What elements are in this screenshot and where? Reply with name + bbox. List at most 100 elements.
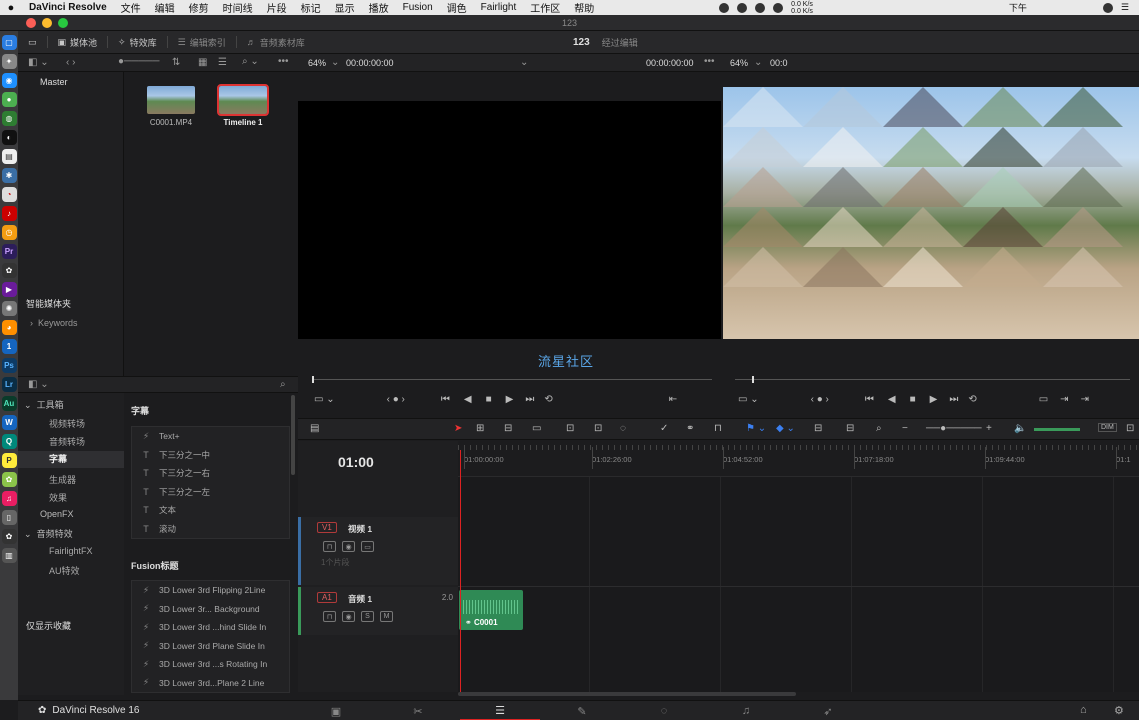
music-icon[interactable]: ♫ xyxy=(1,491,17,506)
clip-thumbnail[interactable]: C0001.MP4 xyxy=(146,86,196,127)
files-icon[interactable]: ▯ xyxy=(1,510,17,525)
timeline-ruler[interactable]: 01:00:00:00 01:02:26:00 01:04:52:00 01:0… xyxy=(458,441,1139,477)
photoshop-icon[interactable]: Ps xyxy=(1,358,17,373)
menu-workspace[interactable]: 工作区 xyxy=(523,0,567,15)
menu-app[interactable]: DaVinci Resolve xyxy=(22,2,114,13)
go-to-start-icon[interactable]: ⏮ xyxy=(441,394,450,405)
marker-icon[interactable]: ◆ ⌄ xyxy=(776,423,795,434)
volume-slider[interactable] xyxy=(1034,428,1080,431)
bin-master[interactable]: Master xyxy=(18,72,123,87)
auto-select-icon[interactable]: ◉ xyxy=(342,611,355,622)
clock-app-icon[interactable]: ◷ xyxy=(1,225,17,240)
page-cut-icon[interactable]: ✂ xyxy=(378,701,458,720)
fx-item[interactable]: ⚡ Text+ xyxy=(132,427,289,446)
blade-tool-icon[interactable]: ⊟ xyxy=(504,423,512,434)
clock[interactable]: 下午 xyxy=(1009,1,1027,14)
checkmark-icon[interactable]: ✓ xyxy=(660,423,668,434)
jog-icon[interactable]: ‹ ● › xyxy=(811,394,829,405)
video-track-header[interactable]: V1 视频 1 ⊓ ◉ ▭ 1个片段 xyxy=(298,517,458,585)
chrome-icon[interactable]: ● xyxy=(1,92,17,107)
tree-audio-fx[interactable]: ⌄ 音频特效 xyxy=(24,527,73,540)
fx-item[interactable]: T 下三分之一左 xyxy=(132,483,289,502)
lock-icon[interactable]: ⊓ xyxy=(323,611,336,622)
go-to-end-icon[interactable]: ⏭ xyxy=(949,394,958,405)
lock-icon[interactable]: ⊓ xyxy=(714,423,722,434)
menu-view[interactable]: 显示 xyxy=(328,0,362,15)
sort-icon[interactable]: ⇅ xyxy=(172,57,180,68)
search-icon[interactable]: ⌕ ⌄ xyxy=(242,56,259,67)
qq-browser-icon[interactable]: Q xyxy=(1,434,17,449)
play-icon[interactable]: ▶ xyxy=(930,394,938,405)
tree-openfx[interactable]: OpenFX xyxy=(40,509,74,519)
menu-clip[interactable]: 片段 xyxy=(260,0,294,15)
chevron-down-icon[interactable]: ⌄ xyxy=(754,57,762,68)
fx-item[interactable]: ⚡ 3D Lower 3rd Flipping 2Line xyxy=(132,581,289,600)
premiere-icon[interactable]: Pr xyxy=(1,244,17,259)
go-to-start-icon[interactable]: ⏮ xyxy=(865,394,874,405)
qq-app-icon[interactable]: ◐ xyxy=(1,130,17,145)
play-icon[interactable]: ▶ xyxy=(506,394,514,405)
photos-icon[interactable]: ✺ xyxy=(1,301,17,316)
app-store-icon[interactable]: ✱ xyxy=(1,168,17,183)
viewer-mode-icon[interactable]: ▭ ⌄ xyxy=(738,394,759,405)
home-icon[interactable]: ⌂ xyxy=(1080,704,1087,716)
chevron-down-icon[interactable]: ⌄ xyxy=(520,57,528,68)
fx-item[interactable]: T 下三分之一中 xyxy=(132,446,289,465)
thumb-size-slider[interactable]: ●───── xyxy=(118,56,159,67)
selection-tool-icon[interactable]: ➤ xyxy=(454,423,462,434)
weibo-icon[interactable]: ◔ xyxy=(1,187,17,202)
menu-list-icon[interactable]: ☰ xyxy=(1121,2,1129,13)
bin-keywords[interactable]: › Keywords xyxy=(30,318,78,328)
fx-item[interactable]: ⚡ 3D Lower 3r... Background xyxy=(132,600,289,619)
replace-clip-icon[interactable]: ⊡ xyxy=(594,423,602,434)
notes-icon[interactable]: ▤ xyxy=(1,149,17,164)
siri-icon[interactable] xyxy=(1102,2,1113,13)
expand-icon[interactable]: ⊡ xyxy=(1126,423,1134,434)
zoom-full-icon[interactable]: ⊟ xyxy=(814,423,822,434)
pcpx-icon[interactable]: P xyxy=(1,453,17,468)
cloud-icon[interactable] xyxy=(755,2,766,13)
app-green-icon[interactable]: ✿ xyxy=(1,472,17,487)
menu-file[interactable]: 文件 xyxy=(114,0,148,15)
chat-icon[interactable]: ◕ xyxy=(1,320,17,335)
fx-item[interactable]: ⚡ 3D Lower 3rd Plane Slide In xyxy=(132,637,289,656)
program-scrubber[interactable] xyxy=(735,376,1130,383)
menu-mark[interactable]: 标记 xyxy=(294,0,328,15)
program-zoom[interactable]: 64% xyxy=(730,58,748,68)
zoom-custom-icon[interactable]: ⌕ xyxy=(876,423,882,434)
solo-button[interactable]: S xyxy=(361,611,374,622)
volume-icon[interactable]: 🔈 xyxy=(1014,423,1026,434)
resolve-dock-icon[interactable]: ✿ xyxy=(1,263,17,278)
minimize-window-button[interactable] xyxy=(42,17,52,28)
menu-help[interactable]: 帮助 xyxy=(567,0,601,15)
match-frame-icon[interactable]: ⇤ xyxy=(669,394,677,405)
bell-icon[interactable] xyxy=(737,2,748,13)
loop-icon[interactable]: ⟲ xyxy=(544,394,552,405)
search-icon[interactable]: ⌕ xyxy=(280,379,286,390)
source-scrubber[interactable] xyxy=(312,376,712,383)
scrub-playhead[interactable] xyxy=(312,376,314,383)
program-viewer[interactable] xyxy=(723,87,1139,339)
more-options-icon[interactable]: ••• xyxy=(278,56,289,67)
fx-item[interactable]: T 文本 xyxy=(132,501,289,520)
disable-track-icon[interactable]: ▭ xyxy=(361,541,374,552)
trash-icon[interactable]: ▥ xyxy=(1,548,17,563)
fx-item[interactable]: ⚡ 3D Lower 3rd...Plane 2 Line xyxy=(132,674,289,693)
monitor-icon[interactable]: ▭ xyxy=(18,31,47,53)
panel-layout-icon[interactable]: ◧ ⌄ xyxy=(28,57,49,68)
track-tag-v1[interactable]: V1 xyxy=(317,522,337,533)
menu-fairlight[interactable]: Fairlight xyxy=(474,2,524,13)
page-media-icon[interactable]: ▣ xyxy=(296,701,376,720)
zoom-window-button[interactable] xyxy=(58,17,68,28)
finder-icon[interactable]: ▢ xyxy=(1,35,17,50)
menu-fusion[interactable]: Fusion xyxy=(396,2,440,13)
overwrite-clip-icon[interactable]: ⊡ xyxy=(566,423,574,434)
insert-clip-icon[interactable]: ▭ xyxy=(532,423,541,434)
chevron-down-icon[interactable]: ⌄ xyxy=(331,57,339,68)
tree-au-fx[interactable]: AU特效 xyxy=(49,564,80,577)
page-edit-icon[interactable]: ☰ xyxy=(460,701,540,720)
mute-button[interactable]: M xyxy=(380,611,393,622)
loop-icon[interactable]: ⟲ xyxy=(968,394,976,405)
timeline-scrollbar[interactable] xyxy=(458,692,796,696)
stop-icon[interactable]: ■ xyxy=(486,394,492,405)
